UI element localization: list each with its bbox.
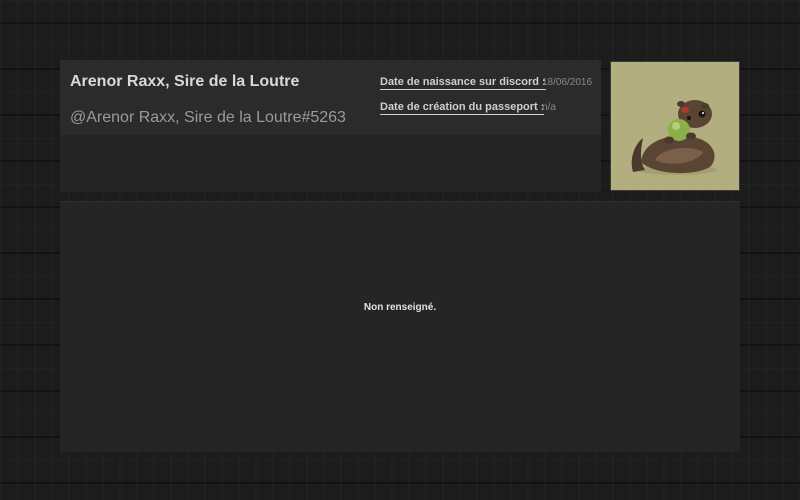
passport-date-label: Date de création du passeport : [380, 101, 545, 115]
birth-date-value: 18/06/2016 [542, 77, 593, 88]
bio-text: Non renseigné. [363, 302, 437, 313]
bio-panel: Non renseigné. [60, 201, 740, 452]
passport-date-value: n/a [542, 102, 556, 113]
birth-date-label: Date de naissance sur discord : [380, 76, 546, 90]
display-name: Arenor Raxx, Sire de la Loutre [70, 73, 300, 90]
profile-header: Arenor Raxx, Sire de la Loutre @Arenor R… [60, 60, 601, 192]
otter-avatar-icon [631, 100, 717, 175]
discord-tag: @Arenor Raxx, Sire de la Loutre#5263 [70, 109, 346, 126]
avatar [610, 61, 740, 191]
